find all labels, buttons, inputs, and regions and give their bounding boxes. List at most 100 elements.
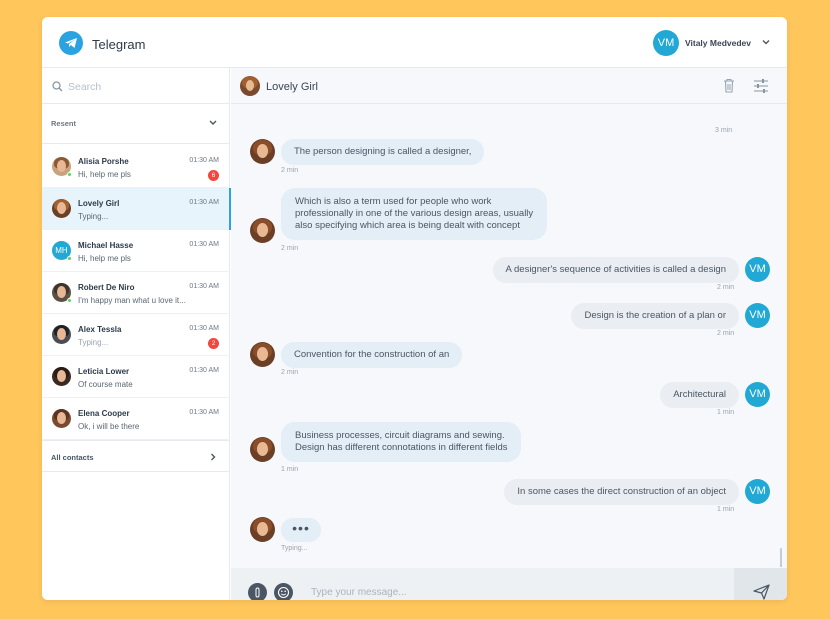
message-time: 2 min xyxy=(281,167,299,174)
telegram-logo-icon xyxy=(59,31,83,55)
sender-avatar xyxy=(250,342,275,367)
contact-preview: Typing... xyxy=(78,212,109,221)
contact-name: Alisia Porshe xyxy=(78,157,129,166)
app-title: Telegram xyxy=(92,37,146,52)
message-text: Design is the creation of a plan or xyxy=(584,310,726,321)
contact-name: Alex Tessla xyxy=(78,325,122,334)
sidebar: Resent Alisia Porshe Hi, help me pls 01:… xyxy=(42,68,231,600)
user-name[interactable]: Vitaly Medvedev xyxy=(685,38,751,48)
all-contacts-label: All contacts xyxy=(51,453,94,462)
sender-avatar xyxy=(250,139,275,164)
trash-icon[interactable] xyxy=(723,78,735,93)
sender-avatar xyxy=(250,517,275,542)
send-button[interactable] xyxy=(734,568,787,600)
online-indicator xyxy=(67,298,72,303)
contact-name: Robert De Niro xyxy=(78,283,135,292)
message-bubble-incoming: Business processes, circuit diagrams and… xyxy=(281,422,522,462)
recent-section-header[interactable]: Resent xyxy=(42,104,230,144)
chevron-down-icon[interactable] xyxy=(208,119,218,127)
contact-time: 01:30 AM xyxy=(189,325,219,332)
message-bubble-outgoing: Architectural xyxy=(660,382,739,408)
message-time: 2 min xyxy=(281,369,299,376)
chat-avatar[interactable] xyxy=(240,76,260,96)
message-time: 1 min xyxy=(281,466,299,473)
avatar xyxy=(52,199,71,218)
message-text: Which is also a term used for people who… xyxy=(295,196,492,207)
sender-avatar xyxy=(250,218,275,243)
message-text: Architectural xyxy=(673,389,726,400)
message-bubble-outgoing: In some cases the direct construction of… xyxy=(504,479,739,505)
message-time: 2 min xyxy=(281,245,299,252)
message-time: 3 min xyxy=(715,127,733,134)
contact-preview: Hi, help me pls xyxy=(78,170,131,179)
contact-time: 01:30 AM xyxy=(189,199,219,206)
message-text: Business processes, circuit diagrams and… xyxy=(295,430,505,441)
sender-avatar: VM xyxy=(745,382,770,407)
settings-sliders-icon[interactable] xyxy=(753,78,769,94)
chevron-down-icon[interactable] xyxy=(761,37,771,47)
contact-item[interactable]: Leticia Lower Of course mate 01:30 AM xyxy=(42,356,230,398)
message-time: 2 min xyxy=(717,284,735,291)
contact-preview: Hi, help me pls xyxy=(78,254,131,263)
message-text: The person designing is called a designe… xyxy=(294,146,472,157)
message-bubble-incoming: Which is also a term used for people who… xyxy=(281,188,548,240)
contact-item[interactable]: Elena Cooper Ok, i will be there 01:30 A… xyxy=(42,398,230,440)
message-input[interactable] xyxy=(311,583,711,600)
contact-item[interactable]: Robert De Niro I'm happy man what u love… xyxy=(42,272,230,314)
online-indicator xyxy=(67,172,72,177)
top-bar: Telegram VM Vitaly Medvedev xyxy=(42,17,787,68)
contact-item[interactable]: Alisia Porshe Hi, help me pls 01:30 AM 6 xyxy=(42,146,230,188)
contact-time: 01:30 AM xyxy=(189,157,219,164)
search-icon xyxy=(52,81,63,92)
online-indicator xyxy=(67,256,72,261)
telegram-window: Telegram VM Vitaly Medvedev Resent Alisi… xyxy=(42,17,787,600)
smiley-icon xyxy=(277,586,290,599)
chat-panel: Lovely Girl 3 min The person designing i… xyxy=(231,68,787,600)
contact-name: Lovely Girl xyxy=(78,199,120,208)
typing-indicator: ••• xyxy=(281,518,321,542)
scrollbar[interactable] xyxy=(780,548,782,567)
contact-time: 01:30 AM xyxy=(189,367,219,374)
contact-time: 01:30 AM xyxy=(189,241,219,248)
emoji-button[interactable] xyxy=(274,583,293,600)
attach-button[interactable] xyxy=(248,583,267,600)
composer-input-area xyxy=(231,568,734,600)
message-time: 1 min xyxy=(717,506,735,513)
recent-label: Resent xyxy=(51,119,77,128)
message-time: 1 min xyxy=(717,409,735,416)
message-time: 2 min xyxy=(717,330,735,337)
contact-preview: Ok, i will be there xyxy=(78,422,140,431)
typing-label: Typing... xyxy=(281,545,308,552)
message-text: professionally in one of the various des… xyxy=(295,208,534,219)
all-contacts-link[interactable]: All contacts xyxy=(42,440,230,472)
contact-preview: I'm happy man what u love it... xyxy=(78,296,186,305)
message-bubble-outgoing: Design is the creation of a plan or xyxy=(571,303,739,329)
sender-avatar: VM xyxy=(745,303,770,328)
send-icon xyxy=(753,584,770,600)
message-text: Convention for the construction of an xyxy=(294,349,450,360)
chevron-right-icon[interactable] xyxy=(209,452,217,462)
message-text: In some cases the direct construction of… xyxy=(517,486,726,497)
message-text: also specifying which area is being deal… xyxy=(295,220,520,231)
user-avatar[interactable]: VM xyxy=(653,30,679,56)
contact-preview: Typing... xyxy=(78,338,109,347)
message-text: Design has different connotations in dif… xyxy=(295,442,508,453)
message-list[interactable]: 3 min The person designing is called a d… xyxy=(231,104,787,567)
contact-item-active[interactable]: Lovely Girl Typing... 01:30 AM xyxy=(42,188,231,230)
contact-name: Leticia Lower xyxy=(78,367,130,376)
unread-badge: 2 xyxy=(208,338,219,349)
sender-avatar xyxy=(250,437,275,462)
sender-avatar: VM xyxy=(745,479,770,504)
message-text: A designer's sequence of activities is c… xyxy=(505,264,726,275)
unread-badge: 6 xyxy=(208,170,219,181)
avatar xyxy=(52,409,71,428)
message-composer xyxy=(231,568,787,600)
contact-time: 01:30 AM xyxy=(189,409,219,416)
contact-name: Michael Hasse xyxy=(78,241,134,250)
contact-item[interactable]: Alex Tessla Typing... 01:30 AM 2 xyxy=(42,314,230,356)
search-input[interactable] xyxy=(68,78,218,96)
avatar xyxy=(52,325,71,344)
avatar xyxy=(52,367,71,386)
chat-header: Lovely Girl xyxy=(231,68,787,104)
contact-item[interactable]: MH Michael Hasse Hi, help me pls 01:30 A… xyxy=(42,230,230,272)
